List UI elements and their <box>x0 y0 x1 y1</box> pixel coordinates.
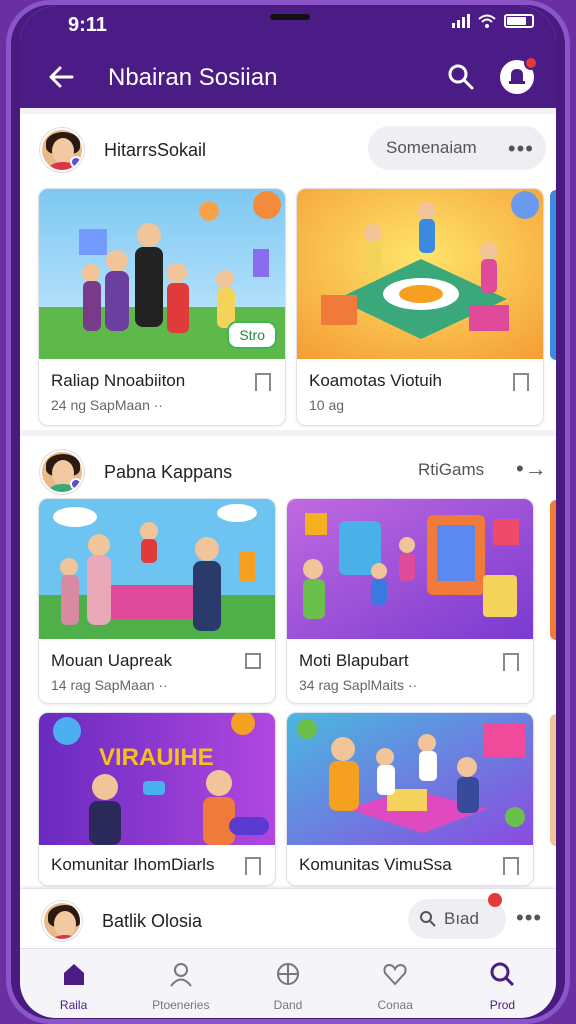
phone-frame: 9:11 Nbairan Sosiian HitarrsSokail Somen… <box>6 0 570 1024</box>
notification-dot <box>488 893 502 907</box>
tab-globe[interactable]: Dand <box>234 949 341 1018</box>
wifi-icon <box>478 14 496 28</box>
square-icon[interactable] <box>245 653 261 669</box>
card-title: Komunitar IhomDiarls <box>51 855 215 874</box>
more-icon[interactable]: •→ <box>516 456 548 482</box>
notification-dot <box>524 56 538 70</box>
card-raliap[interactable]: Stro Raliap Nnoabiiton 24 ng SapMaan ·· <box>38 188 286 426</box>
card-komunitas[interactable]: Komunitas VimuSsa <box>286 712 534 886</box>
bookmark-icon[interactable] <box>503 653 519 671</box>
signal-icon <box>452 14 470 28</box>
status-time: 9:11 <box>68 14 107 36</box>
tab-label: Prod <box>489 998 516 1012</box>
card-komunitar[interactable]: VIRAUIHE Komunitar IhomDiarls <box>38 712 276 886</box>
family-party-illustration <box>39 499 275 639</box>
search-icon <box>420 911 436 927</box>
card-title: Mouan Uapreak <box>51 651 172 670</box>
card-thumbnail <box>39 499 275 639</box>
pill-label: RtiGams <box>418 460 485 479</box>
avatar[interactable] <box>40 128 84 172</box>
status-bar: 9:11 <box>20 6 556 46</box>
bookmark-icon[interactable] <box>255 373 271 391</box>
community-pill[interactable]: Bıad <box>408 893 506 939</box>
card-meta: 10 ag <box>309 397 345 413</box>
card-meta: 34 rag SaplMaits ·· <box>299 677 418 693</box>
card-thumbnail <box>287 713 533 845</box>
card-title: Koamotas Viotuih <box>309 371 442 390</box>
virtual-world-illustration <box>297 189 543 359</box>
card-title: Moti Blapubart <box>299 651 409 670</box>
card-moti[interactable]: Moti Blapubart 34 rag SaplMaits ·· <box>286 498 534 704</box>
post-section-1: HitarrsSokail Somenaiam ••• Stro Raliap … <box>20 114 556 430</box>
back-arrow-icon[interactable] <box>46 62 76 92</box>
community-pill[interactable]: Somenaiam ••• <box>368 126 546 170</box>
section-title: Pabna Kappans <box>104 462 233 482</box>
search-icon[interactable] <box>446 62 476 92</box>
card-thumbnail: Stro <box>39 189 285 359</box>
card-thumbnail: VIRAUIHE <box>39 713 275 845</box>
post-section-2: Pabna Kappans RtiGams •→ Mouan Uapreak 1… <box>20 436 556 886</box>
more-icon[interactable]: ••• <box>508 136 534 162</box>
battery-icon <box>504 14 534 28</box>
post-section-3: Batlik Olosia Bıad ••• <box>20 888 556 948</box>
virtual-concert-illustration: VIRAUIHE <box>39 713 275 845</box>
person-icon <box>170 963 192 987</box>
bookmark-icon[interactable] <box>513 373 529 391</box>
app-bar: Nbairan Sosiian <box>20 46 556 108</box>
more-icon[interactable]: ••• <box>516 905 542 931</box>
pill-label: Bıad <box>444 909 479 928</box>
card-thumbnail <box>287 499 533 639</box>
next-card-peek <box>550 190 556 360</box>
bookmark-icon[interactable] <box>503 857 519 875</box>
card-title: Raliap Nnoabiiton <box>51 371 186 390</box>
card-meta: 24 ng SapMaan ·· <box>51 397 164 413</box>
notification-button[interactable] <box>500 56 538 94</box>
virtual-room-illustration <box>287 499 533 639</box>
status-icons <box>452 14 534 28</box>
tab-home[interactable]: Raila <box>20 949 127 1018</box>
tab-search[interactable]: Prod <box>449 949 556 1018</box>
card-title: Komunitas VimuSsa <box>299 855 452 874</box>
section-title: HitarrsSokail <box>104 140 207 160</box>
app-title: Nbairan Sosiian <box>108 64 278 91</box>
pill-label: Somenaiam <box>386 138 477 157</box>
section-title: Batlik Olosia <box>102 911 203 931</box>
next-card-peek <box>550 714 556 846</box>
community-pill[interactable]: RtiGams <box>408 448 504 492</box>
screen: 9:11 Nbairan Sosiian HitarrsSokail Somen… <box>20 6 556 1018</box>
tab-label: Dand <box>273 998 303 1012</box>
avatar[interactable] <box>42 901 82 941</box>
tab-favorites[interactable]: Conaa <box>342 949 449 1018</box>
home-icon <box>63 964 84 985</box>
status-tag: Stro <box>227 321 277 349</box>
notch <box>270 14 310 20</box>
tab-label: Raila <box>59 998 88 1012</box>
banner-text: VIRAUIHE <box>99 744 214 771</box>
tab-label: Ptoeneries <box>152 998 210 1012</box>
card-mouan[interactable]: Mouan Uapreak 14 rag SapMaan ·· <box>38 498 276 704</box>
tab-people[interactable]: Ptoeneries <box>127 949 234 1018</box>
game-night-illustration <box>287 713 533 845</box>
card-koamotas[interactable]: Koamotas Viotuih 10 ag <box>296 188 544 426</box>
card-thumbnail <box>297 189 543 359</box>
heart-icon <box>383 963 407 986</box>
next-card-peek <box>550 500 556 640</box>
tab-label: Conaa <box>377 998 413 1012</box>
avatar[interactable] <box>40 450 84 494</box>
card-meta: 14 rag SapMaan ·· <box>51 677 168 693</box>
search-icon <box>490 962 515 987</box>
section-header: Pabna Kappans RtiGams •→ <box>20 436 556 502</box>
section-header: HitarrsSokail Somenaiam ••• <box>20 114 556 180</box>
bottom-tab-bar: Raila Ptoeneries Dand Conaa Prod <box>20 948 556 1018</box>
feed: HitarrsSokail Somenaiam ••• Stro Raliap … <box>20 108 556 948</box>
globe-icon <box>277 963 299 985</box>
bookmark-icon[interactable] <box>245 857 261 875</box>
